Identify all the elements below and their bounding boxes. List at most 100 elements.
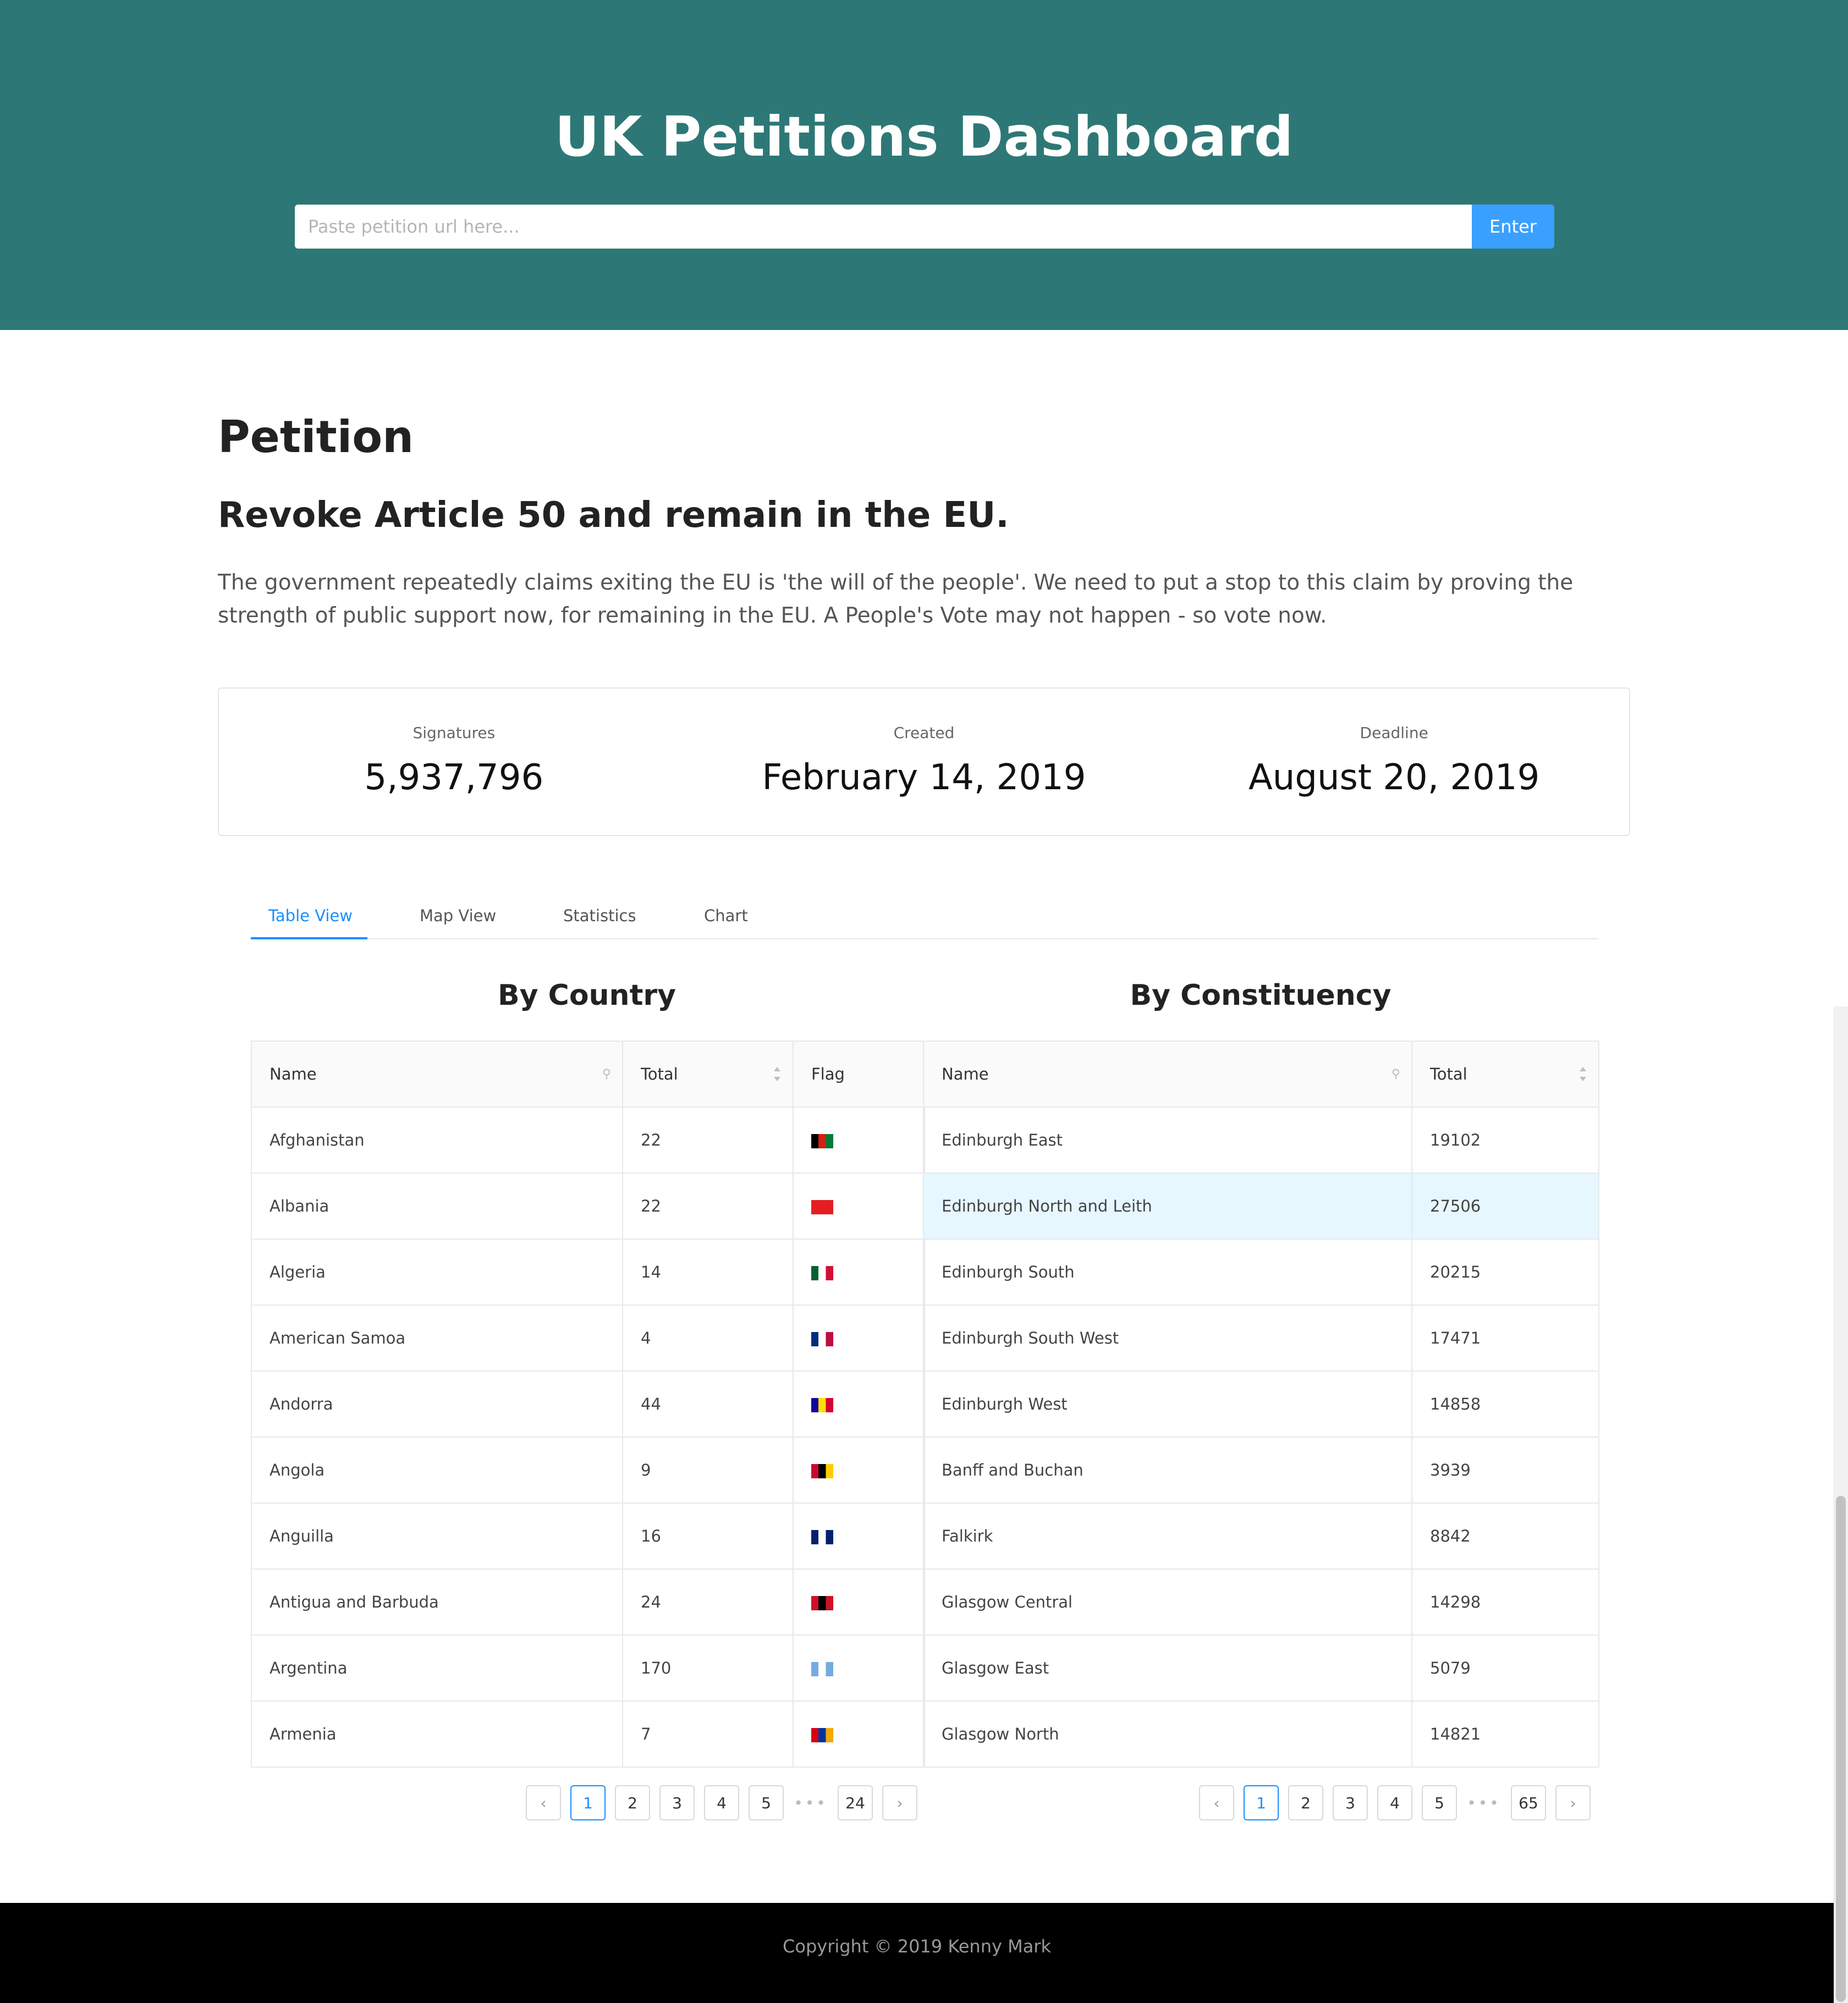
- country-total-cell: 14: [622, 1239, 794, 1306]
- page-button[interactable]: 2: [1288, 1785, 1323, 1820]
- country-total-cell: 44: [622, 1371, 794, 1438]
- page-button[interactable]: 2: [615, 1785, 650, 1820]
- country-flag-cell: [793, 1371, 925, 1438]
- petition-url-input[interactable]: [295, 205, 1472, 249]
- prev-page-icon[interactable]: ‹: [526, 1785, 561, 1820]
- col-header-name[interactable]: Name ⚲: [923, 1041, 1412, 1108]
- stat-signatures: Signatures 5,937,796: [219, 689, 689, 835]
- table-row: Afghanistan 22: [251, 1107, 925, 1174]
- prev-page-icon[interactable]: ‹: [1199, 1785, 1234, 1820]
- table-row[interactable]: Edinburgh South 20215: [923, 1239, 1599, 1306]
- country-total-cell: 24: [622, 1569, 794, 1636]
- country-total-cell: 22: [622, 1107, 794, 1174]
- scrollbar-thumb[interactable]: [1836, 1496, 1846, 2002]
- country-flag-cell: [793, 1701, 925, 1768]
- table-row: Argentina 170: [251, 1635, 925, 1702]
- table-row[interactable]: Edinburgh West 14858: [923, 1371, 1599, 1438]
- table-row[interactable]: Glasgow Central 14298: [923, 1569, 1599, 1636]
- page-button[interactable]: 5: [1422, 1785, 1457, 1820]
- constituency-total-cell: 14858: [1411, 1371, 1599, 1438]
- page-button[interactable]: 5: [749, 1785, 784, 1820]
- stat-value: 5,937,796: [364, 757, 544, 798]
- constituency-name-cell: Banff and Buchan: [923, 1437, 1412, 1504]
- constituency-table: Name ⚲ Total Edinburgh East 19102 Edinburgh…: [923, 1041, 1599, 1768]
- page-button[interactable]: 4: [1377, 1785, 1412, 1820]
- country-total-cell: 7: [622, 1701, 794, 1768]
- page-button[interactable]: 24: [838, 1785, 873, 1820]
- country-total-cell: 9: [622, 1437, 794, 1504]
- next-page-icon[interactable]: ›: [1555, 1785, 1591, 1820]
- tab-statistics[interactable]: Statistics: [563, 906, 636, 925]
- next-page-icon[interactable]: ›: [882, 1785, 917, 1820]
- active-tab-indicator: [251, 937, 367, 939]
- page-button[interactable]: 3: [1333, 1785, 1368, 1820]
- page-button[interactable]: 4: [704, 1785, 739, 1820]
- page-button[interactable]: 1: [1244, 1785, 1279, 1820]
- constituency-name-cell: Falkirk: [923, 1503, 1412, 1570]
- petition-url-search: Enter: [295, 205, 1554, 249]
- col-header-name[interactable]: Name ⚲: [251, 1041, 623, 1108]
- col-header-label: Total: [641, 1065, 678, 1083]
- constituency-name-cell: Edinburgh West: [923, 1371, 1412, 1438]
- constituency-total-cell: 20215: [1411, 1239, 1599, 1306]
- constituency-name-cell: Edinburgh North and Leith: [923, 1173, 1412, 1240]
- stat-created: Created February 14, 2019: [689, 689, 1159, 835]
- constituency-total-cell: 14298: [1411, 1569, 1599, 1636]
- table-row: Albania 22: [251, 1173, 925, 1240]
- country-flag-cell: [793, 1635, 925, 1702]
- table-row[interactable]: Banff and Buchan 3939: [923, 1437, 1599, 1504]
- stat-label: Created: [893, 724, 955, 742]
- sort-icon[interactable]: [1579, 1066, 1587, 1082]
- page-button[interactable]: 3: [659, 1785, 695, 1820]
- table-row[interactable]: Glasgow East 5079: [923, 1635, 1599, 1702]
- page-ellipsis[interactable]: •••: [1466, 1785, 1502, 1820]
- col-header-total[interactable]: Total: [622, 1041, 794, 1108]
- flag-american-samoa-icon: [811, 1332, 833, 1346]
- app-title: UK Petitions Dashboard: [554, 104, 1294, 169]
- stats-card: Signatures 5,937,796 Created February 14…: [218, 687, 1630, 836]
- page-ellipsis[interactable]: •••: [793, 1785, 828, 1820]
- tab-map-view[interactable]: Map View: [420, 906, 496, 925]
- country-total-cell: 16: [622, 1503, 794, 1570]
- constituency-name-cell: Edinburgh East: [923, 1107, 1412, 1174]
- search-icon[interactable]: ⚲: [1392, 1067, 1400, 1081]
- country-total-cell: 170: [622, 1635, 794, 1702]
- page-button[interactable]: 1: [570, 1785, 606, 1820]
- stat-value: February 14, 2019: [762, 757, 1086, 798]
- table-row: Anguilla 16: [251, 1503, 925, 1570]
- petition-description: The government repeatedly claims exiting…: [218, 570, 1574, 628]
- tab-chart[interactable]: Chart: [704, 906, 748, 925]
- table-row: Angola 9: [251, 1437, 925, 1504]
- table-row: Antigua and Barbuda 24: [251, 1569, 925, 1636]
- country-name-cell: Antigua and Barbuda: [251, 1569, 623, 1636]
- table-row[interactable]: Glasgow North 14821: [923, 1701, 1599, 1768]
- country-name-cell: Anguilla: [251, 1503, 623, 1570]
- constituency-name-cell: Glasgow North: [923, 1701, 1412, 1768]
- tab-table-view[interactable]: Table View: [268, 906, 353, 925]
- search-icon[interactable]: ⚲: [602, 1067, 611, 1081]
- stat-label: Signatures: [413, 724, 496, 742]
- country-name-cell: Armenia: [251, 1701, 623, 1768]
- table-row[interactable]: Edinburgh South West 17471: [923, 1305, 1599, 1372]
- col-header-label: Name: [270, 1065, 317, 1083]
- flag-anguilla-icon: [811, 1530, 833, 1544]
- constituency-total-cell: 8842: [1411, 1503, 1599, 1570]
- table-row[interactable]: Falkirk 8842: [923, 1503, 1599, 1570]
- page-button[interactable]: 65: [1511, 1785, 1546, 1820]
- country-flag-cell: [793, 1437, 925, 1504]
- country-name-cell: Albania: [251, 1173, 623, 1240]
- stat-value: August 20, 2019: [1248, 757, 1540, 798]
- country-name-cell: Argentina: [251, 1635, 623, 1702]
- country-name-cell: American Samoa: [251, 1305, 623, 1372]
- constituency-total-cell: 19102: [1411, 1107, 1599, 1174]
- col-header-label: Name: [942, 1065, 989, 1083]
- country-flag-cell: [793, 1173, 925, 1240]
- table-row[interactable]: Edinburgh East 19102: [923, 1107, 1599, 1174]
- col-header-total[interactable]: Total: [1411, 1041, 1599, 1108]
- country-pagination: ‹ 1 2 3 4 5 ••• 24 ›: [526, 1785, 917, 1820]
- enter-button[interactable]: Enter: [1472, 205, 1554, 249]
- table-row[interactable]: Edinburgh North and Leith 27506: [923, 1173, 1599, 1240]
- sort-icon[interactable]: [773, 1066, 782, 1082]
- flag-antigua-and-barbuda-icon: [811, 1596, 833, 1610]
- constituency-name-cell: Edinburgh South: [923, 1239, 1412, 1306]
